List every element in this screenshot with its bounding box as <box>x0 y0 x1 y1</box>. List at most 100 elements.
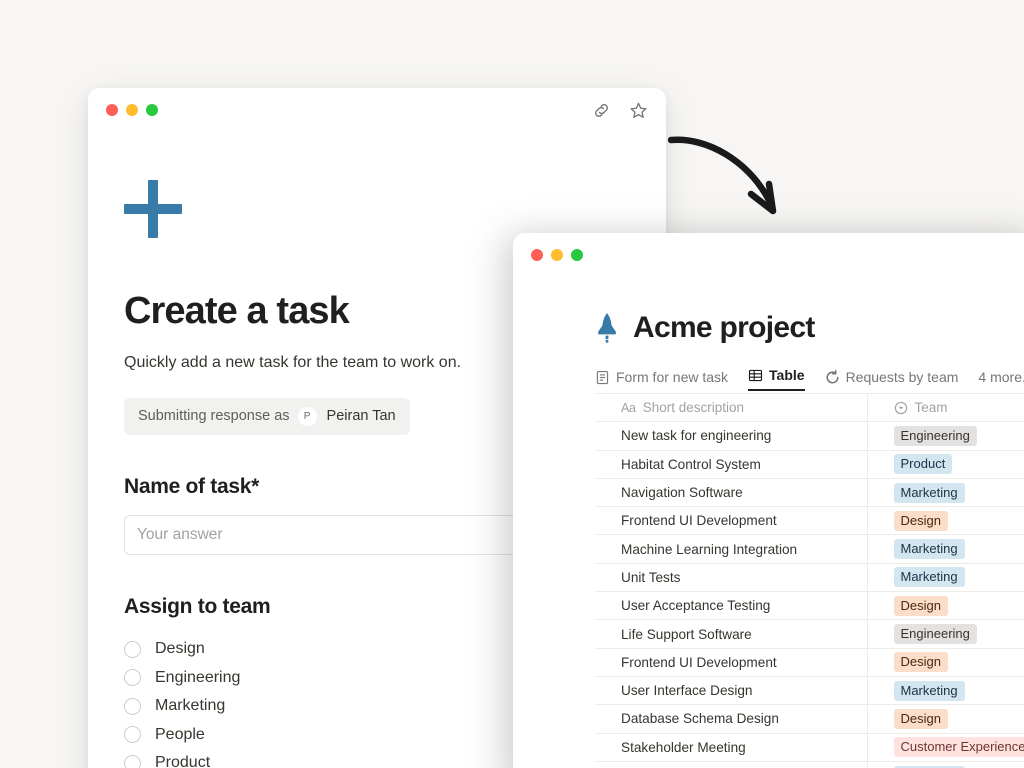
team-tag: Design <box>894 652 948 672</box>
traffic-light-group-2 <box>531 249 583 261</box>
traffic-light-group <box>106 104 158 116</box>
cell-short-description[interactable]: Navigation Software <box>595 478 867 506</box>
cell-team[interactable]: Customer Experience <box>867 733 1024 761</box>
team-tag: Marketing <box>894 483 965 503</box>
cell-team[interactable]: Marketing <box>867 676 1024 704</box>
field-label-text: Name of task <box>124 475 251 498</box>
cell-team[interactable]: Design <box>867 592 1024 620</box>
tab-label: Table <box>769 367 805 383</box>
cell-team[interactable]: Marketing <box>867 535 1024 563</box>
radio-option-label: Engineering <box>155 669 240 687</box>
cell-short-description[interactable]: Unit Tests <box>595 563 867 591</box>
cell-team[interactable]: Product <box>867 450 1024 478</box>
team-tag: Engineering <box>894 426 977 446</box>
refresh-icon <box>825 370 840 385</box>
table-row[interactable]: New task for engineering Engineering <box>595 422 1024 450</box>
team-tag: Design <box>894 596 948 616</box>
screenshot-stage: Create a task Quickly add a new task for… <box>0 0 1024 768</box>
page-header: Acme project <box>595 311 1024 345</box>
close-window-button[interactable] <box>106 104 118 116</box>
text-type-icon: Aa <box>621 401 636 415</box>
cell-short-description[interactable]: Communications System <box>595 761 867 768</box>
cell-team[interactable]: Design <box>867 648 1024 676</box>
team-tag: Design <box>894 709 948 729</box>
team-tag: Marketing <box>894 567 965 587</box>
tab-label: Requests by team <box>846 369 959 385</box>
close-window-button-2[interactable] <box>531 249 543 261</box>
team-tag: Customer Experience <box>894 737 1024 757</box>
radio-option-label: Marketing <box>155 697 225 715</box>
team-tag: Marketing <box>894 681 965 701</box>
cell-team[interactable]: Marketing <box>867 761 1024 768</box>
tab-requests-by-team[interactable]: Requests by team <box>825 369 959 391</box>
maximize-window-button-2[interactable] <box>571 249 583 261</box>
team-tag: Product <box>894 454 953 474</box>
cell-short-description[interactable]: Stakeholder Meeting <box>595 733 867 761</box>
maximize-window-button[interactable] <box>146 104 158 116</box>
link-icon[interactable] <box>592 101 611 120</box>
table-row[interactable]: Navigation Software Marketing <box>595 478 1024 506</box>
rocket-icon <box>595 313 619 343</box>
cell-team[interactable]: Engineering <box>867 620 1024 648</box>
acme-project-window: Acme project Form for new task Table Reque… <box>513 233 1024 768</box>
table-row[interactable]: Unit Tests Marketing <box>595 563 1024 591</box>
table-row[interactable]: Frontend UI Development Design <box>595 507 1024 535</box>
acme-page-title: Acme project <box>633 311 815 345</box>
table-row[interactable]: Life Support SoftwareEngineering <box>595 620 1024 648</box>
tab-form-for-new-task[interactable]: Form for new task <box>595 369 728 391</box>
cell-team[interactable]: Engineering <box>867 422 1024 450</box>
radio-option-label: People <box>155 726 205 744</box>
table-row[interactable]: Stakeholder Meeting Customer Experience <box>595 733 1024 761</box>
table-header-row: Aa Short description Team <box>595 394 1024 422</box>
cell-team[interactable]: Design <box>867 507 1024 535</box>
cell-short-description[interactable]: User Interface Design <box>595 676 867 704</box>
cell-short-description[interactable]: Frontend UI Development <box>595 507 867 535</box>
table-row[interactable]: Habitat Control System Product <box>595 450 1024 478</box>
cell-team[interactable]: Design <box>867 705 1024 733</box>
radio-circle-icon[interactable] <box>124 698 141 715</box>
cell-short-description[interactable]: User Acceptance Testing <box>595 592 867 620</box>
required-marker: * <box>251 475 259 498</box>
column-header-short-description[interactable]: Aa Short description <box>595 394 867 422</box>
avatar: P <box>298 407 317 426</box>
cell-short-description[interactable]: Machine Learning Integration <box>595 535 867 563</box>
cell-short-description[interactable]: Habitat Control System <box>595 450 867 478</box>
minimize-window-button[interactable] <box>126 104 138 116</box>
project-table: Aa Short description Team <box>595 393 1024 768</box>
star-icon[interactable] <box>629 101 648 120</box>
table-row[interactable]: Database Schema Design Design <box>595 705 1024 733</box>
cell-team[interactable]: Marketing <box>867 563 1024 591</box>
radio-circle-icon[interactable] <box>124 641 141 658</box>
radio-circle-icon[interactable] <box>124 669 141 686</box>
titlebar-actions <box>592 101 648 120</box>
submitting-response-label: Submitting response as <box>138 408 290 424</box>
cell-short-description[interactable]: Frontend UI Development <box>595 648 867 676</box>
column-header-label: Team <box>915 400 948 415</box>
table-row[interactable]: User Acceptance Testing Design <box>595 592 1024 620</box>
tab-table[interactable]: Table <box>748 367 805 391</box>
table-icon <box>748 368 763 383</box>
team-tag: Design <box>894 511 948 531</box>
table-row[interactable]: Communications SystemMarketing <box>595 761 1024 768</box>
column-header-label: Short description <box>643 400 744 415</box>
view-tabs: Form for new task Table Requests by team 4 … <box>595 361 1024 391</box>
table-window-titlebar <box>513 233 1024 277</box>
column-header-team[interactable]: Team <box>867 394 1024 422</box>
table-row[interactable]: Machine Learning Integration Marketing <box>595 535 1024 563</box>
submitting-user-name: Peiran Tan <box>327 408 396 424</box>
select-type-icon <box>894 401 908 415</box>
radio-circle-icon[interactable] <box>124 726 141 743</box>
minimize-window-button-2[interactable] <box>551 249 563 261</box>
plus-icon <box>124 180 182 238</box>
tabs-overflow-button[interactable]: 4 more... <box>978 369 1024 391</box>
radio-circle-icon[interactable] <box>124 755 141 768</box>
team-tag: Marketing <box>894 539 965 559</box>
cell-short-description[interactable]: New task for engineering <box>595 422 867 450</box>
table-row[interactable]: Frontend UI Development Design <box>595 648 1024 676</box>
cell-short-description[interactable]: Database Schema Design <box>595 705 867 733</box>
acme-body: Acme project Form for new task Table Reque… <box>513 277 1024 768</box>
table-row[interactable]: User Interface Design Marketing <box>595 676 1024 704</box>
cell-short-description[interactable]: Life Support Software <box>595 620 867 648</box>
cell-team[interactable]: Marketing <box>867 478 1024 506</box>
form-window-titlebar <box>88 88 666 132</box>
